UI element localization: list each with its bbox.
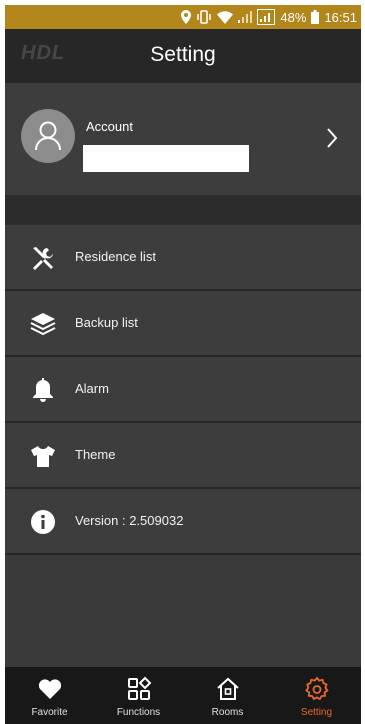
battery-percent: 48% (280, 9, 307, 25)
signal-icon (238, 11, 253, 23)
tab-label: Setting (300, 707, 333, 718)
section-divider (5, 195, 361, 225)
layers-icon (30, 313, 56, 336)
location-icon (181, 10, 192, 24)
tab-functions[interactable]: Functions (94, 667, 183, 724)
menu-label: Theme (75, 447, 116, 462)
user-icon (35, 121, 61, 151)
battery-icon (311, 10, 320, 24)
gear-icon (304, 676, 329, 701)
signal-boxed-icon (257, 9, 276, 25)
status-bar: 48% 16:51 (5, 5, 361, 29)
page-title: Setting (150, 43, 216, 66)
tab-label: Functions (116, 707, 161, 718)
menu-item-alarm[interactable]: Alarm (5, 357, 361, 423)
menu-item-theme[interactable]: Theme (5, 423, 361, 489)
tab-rooms[interactable]: Rooms (183, 667, 272, 724)
account-value-field (83, 145, 249, 172)
menu-item-backup-list[interactable]: Backup list (5, 291, 361, 357)
wifi-icon (217, 10, 234, 24)
account-label: Account (86, 119, 133, 134)
menu-label: Residence list (75, 249, 156, 264)
menu-label: Backup list (75, 315, 138, 330)
avatar (21, 109, 75, 163)
clock: 16:51 (324, 9, 357, 25)
menu-label: Version : 2.509032 (75, 513, 184, 528)
app-screen: HDL Setting Account Residence list Backu… (5, 29, 361, 724)
menu-item-version[interactable]: Version : 2.509032 (5, 489, 361, 555)
home-icon (216, 677, 239, 700)
settings-menu: Residence list Backup list Alarm Theme V… (5, 225, 361, 555)
vibrate-icon (197, 10, 212, 24)
tab-favorite[interactable]: Favorite (5, 667, 94, 724)
bottom-tab-bar: Favorite Functions Rooms Setting (5, 667, 361, 724)
heart-icon (38, 679, 61, 699)
menu-item-residence-list[interactable]: Residence list (5, 225, 361, 291)
chevron-right-icon[interactable] (325, 127, 339, 149)
info-icon (31, 510, 55, 534)
tab-label: Favorite (31, 707, 68, 718)
bell-icon (33, 378, 53, 402)
app-header: HDL Setting (5, 29, 361, 83)
account-card[interactable]: Account (5, 83, 361, 195)
functions-grid-icon (127, 676, 151, 700)
tab-label: Rooms (211, 707, 244, 718)
tshirt-icon (31, 446, 55, 467)
tab-setting[interactable]: Setting (272, 667, 361, 724)
tools-icon (33, 247, 53, 270)
menu-label: Alarm (75, 381, 109, 396)
